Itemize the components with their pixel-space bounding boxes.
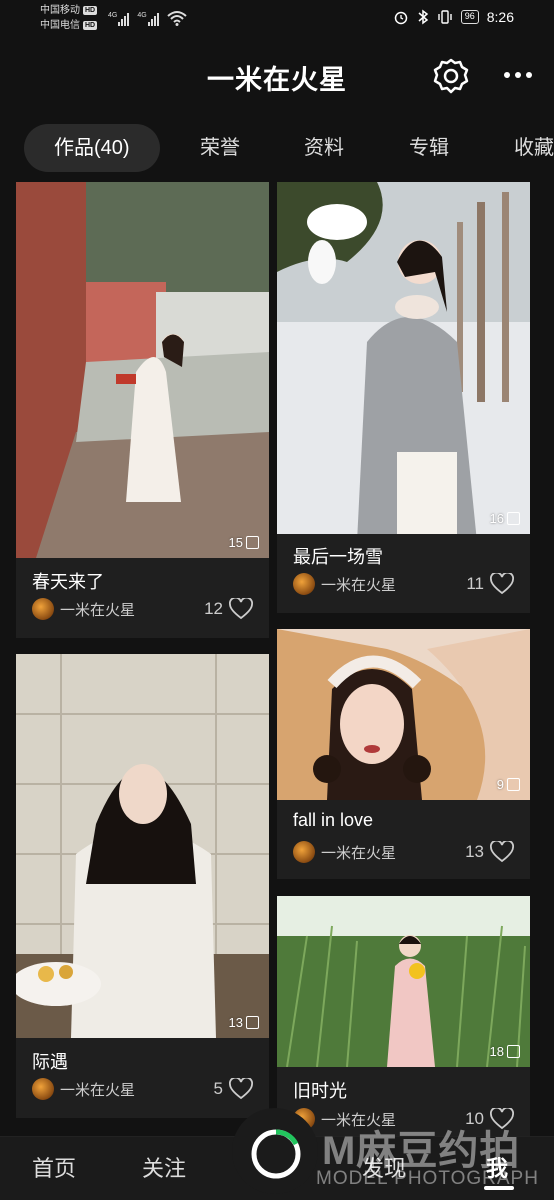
gallery-icon [507,1045,520,1058]
page-title: 一米在火星 [207,65,347,95]
signal-icon: 4G [108,12,130,26]
gallery-icon [507,512,520,525]
work-cover-photo[interactable]: 9 [277,629,530,800]
gallery-icon [246,1016,259,1029]
work-card[interactable]: 13 际遇 一米在火星 5 [16,654,269,1118]
avatar[interactable] [32,1078,54,1100]
more-icon[interactable] [504,66,536,84]
photo-count-badge: 13 [229,1015,259,1030]
signal-icon: 4G [137,12,159,26]
heart-icon [229,1078,253,1100]
nav-me[interactable]: 我 [486,1151,508,1183]
photo-count-badge: 15 [229,535,259,550]
alarm-icon [394,11,407,25]
hd-badge: HD [83,6,98,15]
like-button[interactable]: 12 [204,598,253,620]
work-card[interactable]: 9 fall in love 一米在火星 13 [277,629,530,879]
status-bar: 中国移动 HD 中国电信 HD 4G 4G 96 8:26 [0,0,554,40]
vibrate-icon [438,10,452,24]
gallery-icon [507,778,520,791]
hd-badge: HD [83,21,98,30]
work-title[interactable]: fall in love [293,810,373,831]
bluetooth-icon [418,9,428,25]
tab-albums[interactable]: 专辑 [409,124,449,172]
work-title[interactable]: 最后一场雪 [293,543,383,569]
work-author[interactable]: 一米在火星 [32,598,135,620]
work-author[interactable]: 一米在火星 [32,1078,135,1100]
like-button[interactable]: 5 [214,1078,253,1100]
tab-works[interactable]: 作品(40) [24,124,160,172]
avatar[interactable] [293,841,315,863]
work-card[interactable]: 16 最后一场雪 一米在火星 11 [277,182,530,613]
active-tab-indicator [484,1186,514,1190]
like-button[interactable]: 10 [465,1108,514,1130]
nav-follow[interactable]: 关注 [142,1151,186,1183]
work-cover-photo[interactable]: 18 [277,896,530,1067]
status-right: 96 8:26 [393,9,514,25]
work-card[interactable]: 18 旧时光 一米在火星 10 [277,896,530,1136]
profile-tabs: 作品(40) 荣誉 资料 专辑 收藏 [24,124,554,172]
work-title[interactable]: 际遇 [32,1048,68,1074]
clock: 8:26 [486,9,514,25]
heart-icon [490,573,514,595]
like-button[interactable]: 13 [465,841,514,863]
tab-profile[interactable]: 资料 [304,124,344,172]
work-cover-photo[interactable]: 13 [16,654,269,1038]
work-card[interactable]: 15 春天来了 一米在火星 12 [16,182,269,638]
heart-icon [490,1108,514,1130]
work-title[interactable]: 春天来了 [32,568,104,594]
signal-indicators: 4G 4G [108,10,187,26]
work-cover-photo[interactable]: 15 [16,182,269,558]
heart-icon [229,598,253,620]
avatar[interactable] [293,573,315,595]
work-author[interactable]: 一米在火星 [293,573,396,595]
work-cover-photo[interactable]: 16 [277,182,530,534]
like-button[interactable]: 11 [466,573,514,595]
gear-icon[interactable] [432,57,470,95]
photo-count-badge: 9 [497,777,520,792]
photo-count-badge: 16 [490,511,520,526]
nav-home[interactable]: 首页 [32,1151,76,1183]
gallery-icon [246,536,259,549]
carrier-2: 中国电信 [40,20,80,31]
work-author[interactable]: 一米在火星 [293,841,396,863]
nav-discover[interactable]: 发现 [362,1151,406,1183]
tab-honors[interactable]: 荣誉 [200,124,240,172]
avatar[interactable] [32,598,54,620]
wifi-icon [167,11,187,26]
photo-count-badge: 18 [490,1044,520,1059]
camera-ring-icon[interactable] [248,1126,304,1182]
carrier-1: 中国移动 [40,5,80,16]
battery-indicator: 96 [460,10,479,24]
heart-icon [490,841,514,863]
work-title[interactable]: 旧时光 [293,1077,347,1103]
carrier-info: 中国移动 HD 中国电信 HD [40,3,98,33]
tab-favorites[interactable]: 收藏 [514,124,554,172]
